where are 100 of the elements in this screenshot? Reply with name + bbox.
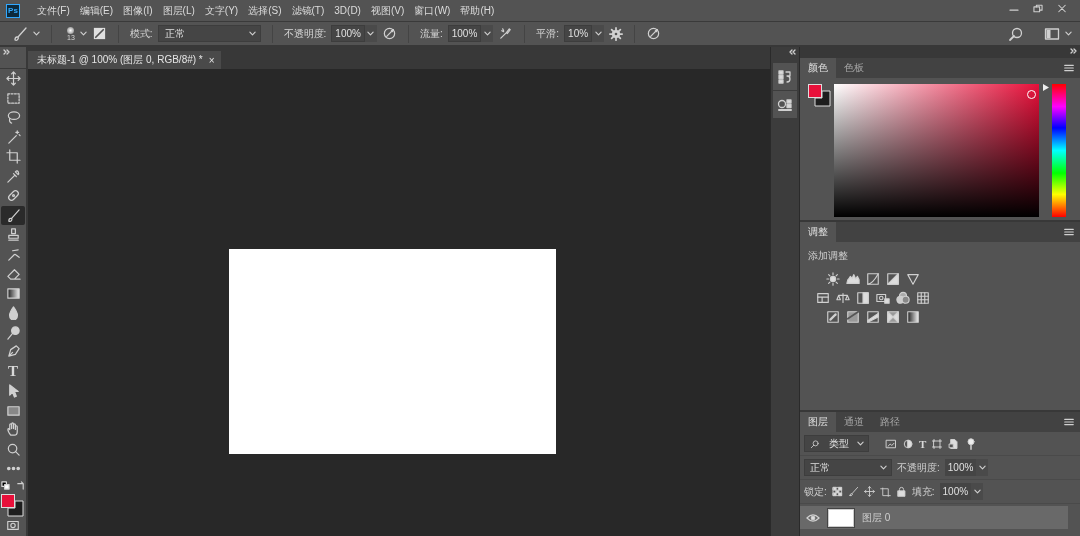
menu-item[interactable]: 帮助(H) (455, 3, 500, 18)
caret-icon[interactable] (880, 464, 887, 471)
default-colors-icon[interactable] (1, 480, 10, 490)
mode-dropdown[interactable]: 正常 (157, 25, 261, 42)
brush-icon (5, 207, 21, 223)
lock-paint-icon[interactable] (847, 486, 859, 497)
gear-icon[interactable] (609, 26, 624, 41)
table-grid-icon[interactable] (916, 291, 930, 305)
opacity-label: 不透明度: (283, 26, 327, 41)
menu-item[interactable]: 视图(V) (365, 3, 410, 18)
app-logo: Ps (6, 3, 20, 18)
layer-row[interactable]: 图层 0 (800, 506, 1068, 529)
menu-item[interactable]: 3D(D) (329, 5, 366, 16)
smoothing-field[interactable]: 10% (564, 25, 593, 42)
type-filter-glyph[interactable]: T (919, 437, 927, 450)
color-swatches-icon[interactable] (1, 493, 24, 517)
image-filter-icon[interactable] (885, 437, 897, 450)
flow-field[interactable]: 100% (447, 25, 482, 42)
panel-menu-icon[interactable] (1063, 62, 1075, 74)
mode-label: 模式: (129, 26, 153, 41)
split-square-icon[interactable] (856, 291, 870, 305)
invert-icon[interactable] (826, 310, 840, 324)
panel-tab[interactable]: 色板 (836, 58, 872, 78)
expand-icon[interactable] (789, 49, 796, 55)
triangle-icon[interactable] (906, 272, 920, 286)
opacity-field[interactable]: 100% (331, 25, 365, 42)
menu-item[interactable]: 滤镜(T) (286, 3, 330, 18)
panel-tab[interactable]: 调整 (800, 222, 836, 242)
fill-label: 填充: (911, 484, 935, 499)
gradient-map-icon[interactable] (906, 310, 920, 324)
brush-tip-icon[interactable] (67, 26, 75, 34)
collapse-icon[interactable] (1070, 48, 1077, 54)
document-title: 未标题-1 @ 100% (图层 0, RGB/8#) * (37, 53, 203, 67)
brush-icon[interactable] (12, 25, 28, 42)
swap-colors-icon[interactable] (16, 480, 25, 490)
threshold-icon[interactable] (866, 310, 880, 324)
panel-tab[interactable]: 图层 (800, 412, 836, 432)
crop-icon (5, 149, 21, 165)
tool-button[interactable]: T (1, 361, 25, 381)
caret-icon[interactable] (978, 464, 986, 471)
caret-icon[interactable] (33, 30, 40, 37)
caret-icon[interactable] (79, 30, 87, 37)
menu-item[interactable]: 图层(L) (157, 3, 200, 18)
caret-icon[interactable] (483, 30, 491, 37)
lock-artboard-icon[interactable] (879, 486, 891, 497)
camera-icon[interactable] (876, 291, 890, 305)
caret-icon[interactable] (857, 440, 864, 447)
collapse-icon[interactable] (3, 49, 10, 55)
airbrush-icon[interactable] (498, 26, 514, 41)
lock-icon[interactable] (895, 486, 907, 497)
tool-button[interactable] (1, 205, 25, 225)
selective-color-icon[interactable] (886, 310, 900, 324)
color-swatches-icon[interactable] (808, 84, 831, 107)
filter-toggle-icon[interactable] (965, 436, 978, 451)
panel-tab[interactable]: 路径 (872, 412, 908, 432)
circles-icon[interactable] (896, 291, 910, 305)
caret-icon[interactable] (1065, 30, 1072, 37)
smoothing-label: 平滑: (536, 26, 560, 41)
posterize-icon[interactable] (846, 310, 860, 324)
curves-icon[interactable] (866, 272, 880, 286)
caret-icon[interactable] (594, 30, 602, 37)
shape-filter-icon[interactable] (931, 437, 944, 450)
caret-icon[interactable] (367, 30, 375, 37)
panel-menu-icon[interactable] (1063, 226, 1075, 238)
panel-menu-icon[interactable] (1063, 416, 1075, 428)
smart-object-filter-icon[interactable] (948, 437, 961, 450)
tab-close-button[interactable]: × (208, 54, 215, 66)
menu-item[interactable]: 文件(F) (32, 3, 75, 18)
layer-opacity-field[interactable]: 100% (944, 459, 977, 476)
lock-pixels-icon[interactable] (831, 486, 843, 497)
menu-item[interactable]: 窗口(W) (409, 3, 456, 18)
panel-tab[interactable]: 颜色 (800, 58, 836, 78)
history-panel-icon[interactable] (777, 68, 793, 85)
properties-panel-icon[interactable] (777, 96, 793, 113)
histogram-icon[interactable] (846, 272, 860, 286)
document-tab[interactable]: 未标题-1 @ 100% (图层 0, RGB/8#) * × (28, 51, 221, 69)
menu-item[interactable]: 选择(S) (243, 3, 287, 18)
search-icon[interactable] (1008, 25, 1024, 42)
caret-icon[interactable] (973, 488, 981, 495)
color-field[interactable] (834, 84, 1039, 217)
hue-saturation-icon[interactable] (816, 291, 830, 305)
lock-move-icon[interactable] (863, 486, 875, 497)
exposure-icon[interactable] (886, 272, 900, 286)
adjustment-filter-icon[interactable] (902, 437, 914, 450)
menu-item[interactable]: 图像(I) (118, 3, 158, 18)
layer-filter-dropdown[interactable]: 类型 (804, 435, 869, 452)
hue-thumb[interactable] (1043, 84, 1049, 91)
caret-icon[interactable] (248, 30, 256, 37)
stamp-icon (5, 227, 21, 243)
menu-item[interactable]: 文字(Y) (199, 3, 244, 18)
blend-mode-dropdown[interactable]: 正常 (804, 459, 892, 476)
sun-icon[interactable] (826, 272, 840, 286)
brush-settings-icon[interactable] (91, 26, 107, 41)
restore-icon[interactable] (1030, 2, 1046, 15)
workspace-icon[interactable] (1044, 25, 1060, 42)
balance-scale-icon[interactable] (836, 291, 850, 305)
layer-name: 图层 0 (862, 510, 891, 525)
fill-field[interactable]: 100% (939, 483, 972, 500)
panel-tab[interactable]: 通道 (836, 412, 872, 432)
menu-item[interactable]: 编辑(E) (74, 3, 119, 18)
